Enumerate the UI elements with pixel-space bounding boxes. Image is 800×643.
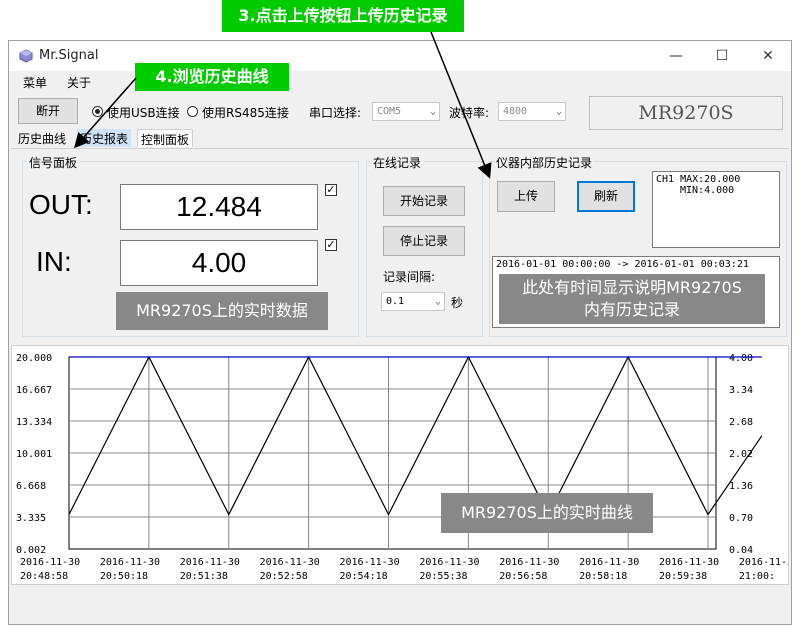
port-select[interactable]: COM5 ⌄ xyxy=(372,102,440,121)
callout-step4: 4.浏览历史曲线 xyxy=(135,63,289,91)
device-name-box: MR9270S xyxy=(589,96,783,130)
right-tick-label: 4.00 xyxy=(729,353,753,364)
chevron-down-icon: ⌄ xyxy=(555,106,562,117)
left-tick-label: 6.668 xyxy=(16,481,46,492)
x-tick-date: 2016-11-30 xyxy=(20,557,80,568)
interval-select-value: 0.1 xyxy=(386,296,405,307)
right-tick-label: 1.36 xyxy=(729,481,753,492)
series-line-0 xyxy=(68,355,763,516)
online-record-title: 在线记录 xyxy=(371,154,424,171)
left-tick-label: 20.000 xyxy=(16,353,52,364)
x-tick-time: 20:48:58 xyxy=(20,571,68,582)
info-line-max: CH1 MAX:20.000 xyxy=(656,174,741,185)
x-tick-date: 2016-11-30 xyxy=(100,557,160,568)
x-tick-time: 20:54:18 xyxy=(340,571,388,582)
x-tick-time: 20:51:38 xyxy=(180,571,228,582)
x-tick-date: 2016-11-30 xyxy=(419,557,479,568)
tab-strip: 历史曲线 历史报表 控制面板 xyxy=(13,129,793,149)
menu-item-about[interactable]: 关于 xyxy=(67,74,91,91)
tab-history-report[interactable]: 历史报表 xyxy=(77,129,132,147)
chevron-down-icon: ⌄ xyxy=(434,296,441,307)
baud-select[interactable]: 4800 ⌄ xyxy=(498,102,566,121)
baud-select-value: 4800 xyxy=(503,106,528,117)
device-info-box: CH1 MAX:20.000 MIN:4.000 xyxy=(652,171,780,248)
left-tick-label: 10.001 xyxy=(16,449,52,460)
stop-record-button[interactable]: 停止记录 xyxy=(383,226,465,256)
x-tick-time: 20:59:38 xyxy=(659,571,707,582)
close-button[interactable]: ✕ xyxy=(745,41,791,71)
signal-panel-title: 信号面板 xyxy=(27,154,80,171)
refresh-button[interactable]: 刷新 xyxy=(577,181,635,212)
x-tick-time: 20:55:38 xyxy=(419,571,467,582)
x-tick-time: 21:00: xyxy=(739,571,775,582)
baud-label: 波特率: xyxy=(449,106,490,120)
port-label: 串口选择: xyxy=(309,106,362,120)
x-tick-date: 2016-11-30 xyxy=(180,557,240,568)
in-checkbox[interactable]: ✓ xyxy=(325,239,337,251)
realtime-data-note: MR9270S上的实时数据 xyxy=(116,292,328,330)
history-note: 此处有时间显示说明MR9270S 内有历史记录 xyxy=(499,274,765,324)
x-tick-date: 2016-11-30 xyxy=(340,557,400,568)
usb-radio[interactable] xyxy=(92,106,103,117)
title-bar: Mr.Signal — ☐ ✕ xyxy=(9,41,791,71)
out-value: 12.484 xyxy=(120,184,318,230)
x-tick-date: 2016-11-30 xyxy=(659,557,719,568)
info-line-min: MIN:4.000 xyxy=(680,185,735,196)
x-tick-time: 20:58:18 xyxy=(579,571,627,582)
rs485-radio-label: 使用RS485连接 xyxy=(202,106,289,120)
upload-button[interactable]: 上传 xyxy=(497,181,555,212)
x-tick-time: 20:50:18 xyxy=(100,571,148,582)
left-tick-label: 13.334 xyxy=(16,417,52,428)
in-label: IN: xyxy=(36,246,72,277)
tab-control-panel[interactable]: 控制面板 xyxy=(137,129,194,147)
right-tick-label: 0.04 xyxy=(729,545,753,556)
start-record-button[interactable]: 开始记录 xyxy=(383,186,465,216)
left-tick-label: 3.335 xyxy=(16,513,46,524)
device-history-title: 仪器内部历史记录 xyxy=(494,154,595,171)
x-tick-date: 2016-11-30 xyxy=(739,557,788,568)
disconnect-button[interactable]: 断开 xyxy=(18,98,78,124)
out-checkbox[interactable]: ✓ xyxy=(325,184,337,196)
x-tick-date: 2016-11-30 xyxy=(260,557,320,568)
x-tick-date: 2016-11-30 xyxy=(499,557,559,568)
chart-panel: 20.000 4.00 16.667 3.34 13.334 2.68 10.001 2.02… xyxy=(11,345,789,585)
left-tick-label: 0.002 xyxy=(16,545,46,556)
app-window: Mr.Signal — ☐ ✕ 菜单 关于 断开 使用USB连接 使用RS485… xyxy=(8,40,792,625)
right-tick-label: 2.68 xyxy=(729,417,753,428)
x-tick-time: 20:56:58 xyxy=(499,571,547,582)
out-label: OUT: xyxy=(29,189,93,220)
right-tick-label: 0.70 xyxy=(729,513,753,524)
app-icon xyxy=(19,49,33,66)
history-note-line2: 内有历史记录 xyxy=(583,300,680,319)
right-tick-label: 3.34 xyxy=(729,385,753,396)
usb-radio-label: 使用USB连接 xyxy=(107,106,180,120)
history-range-text: 2016-01-01 00:00:00 -> 2016-01-01 00:03:… xyxy=(496,259,749,270)
menu-item-menu[interactable]: 菜单 xyxy=(23,74,47,91)
left-tick-label: 16.667 xyxy=(16,385,52,396)
chevron-down-icon: ⌄ xyxy=(429,106,436,117)
realtime-curve-note: MR9270S上的实时曲线 xyxy=(441,493,653,533)
tab-history-curve[interactable]: 历史曲线 xyxy=(15,129,69,147)
menu-bar: 菜单 关于 xyxy=(9,71,791,93)
history-chart: 20.000 4.0016.667 3.3413.334 2.6810.001 2.02… xyxy=(16,353,788,582)
in-value: 4.00 xyxy=(120,240,318,286)
interval-select[interactable]: 0.1 ⌄ xyxy=(381,292,445,311)
x-tick-time: 20:52:58 xyxy=(260,571,308,582)
window-title: Mr.Signal xyxy=(39,48,99,63)
port-select-value: COM5 xyxy=(377,106,402,117)
history-note-line1: 此处有时间显示说明MR9270S xyxy=(522,278,742,297)
rs485-radio[interactable] xyxy=(187,106,198,117)
minimize-button[interactable]: — xyxy=(653,41,699,71)
callout-step3: 3.点击上传按钮上传历史记录 xyxy=(222,0,464,32)
interval-unit: 秒 xyxy=(451,296,464,310)
interval-label: 记录间隔: xyxy=(383,270,436,284)
x-tick-date: 2016-11-30 xyxy=(579,557,639,568)
maximize-button[interactable]: ☐ xyxy=(699,41,745,71)
